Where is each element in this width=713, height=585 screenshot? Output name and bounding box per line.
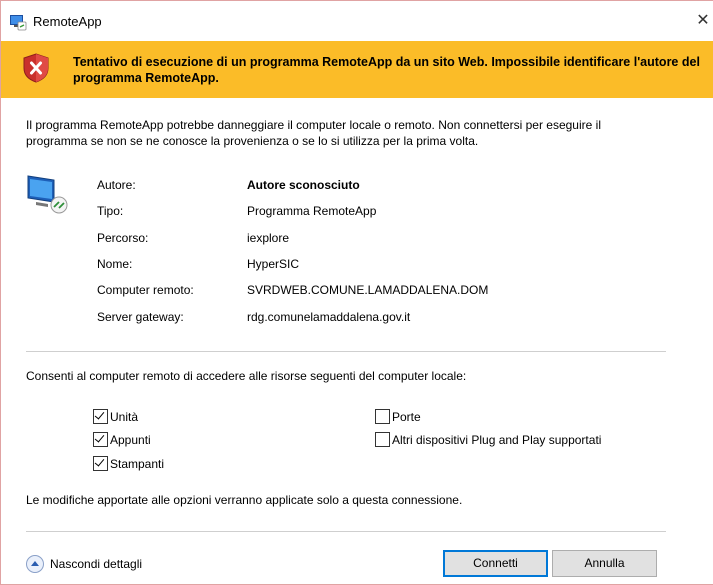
detail-value: HyperSIC (247, 257, 300, 271)
detail-label: Server gateway: (97, 310, 184, 324)
options-note: Le modifiche apportate alle opzioni verr… (26, 493, 463, 507)
checkbox-printers[interactable]: Stampanti (93, 456, 165, 473)
checkbox-label: Porte (392, 410, 421, 424)
warning-banner: Tentativo di esecuzione di un programma … (1, 41, 713, 98)
checkbox-label: Altri dispositivi Plug and Play supporta… (392, 433, 602, 447)
chevron-up-icon[interactable] (26, 555, 44, 573)
title-bar[interactable]: RemoteApp ✕ (1, 1, 713, 41)
error-shield-icon (23, 53, 49, 83)
detail-value: SVRDWEB.COMUNE.LAMADDALENA.DOM (247, 283, 489, 297)
close-icon[interactable]: ✕ (693, 11, 713, 31)
checkbox-unchecked-icon[interactable] (375, 409, 390, 425)
checkbox-ports[interactable]: Porte (375, 409, 421, 426)
checkbox-checked-icon[interactable] (93, 456, 108, 472)
remote-computer-icon (27, 175, 68, 214)
detail-label: Computer remoto: (97, 283, 194, 297)
connect-button[interactable]: Connetti (443, 550, 548, 577)
window-title: RemoteApp (33, 14, 102, 29)
warning-description: Il programma RemoteApp potrebbe danneggi… (26, 118, 601, 148)
checkbox-unchecked-icon[interactable] (375, 432, 390, 448)
remoteapp-dialog: RemoteApp ✕ Tentativo di esecuzione di u… (0, 0, 713, 585)
divider (26, 351, 666, 352)
permissions-heading: Consenti al computer remoto di accedere … (26, 369, 467, 383)
checkbox-pnp-devices[interactable]: Altri dispositivi Plug and Play supporta… (375, 432, 602, 449)
divider (26, 531, 666, 532)
hide-details-label: Nascondi dettagli (50, 557, 143, 572)
banner-message: Tentativo di esecuzione di un programma … (73, 55, 700, 85)
detail-label: Percorso: (97, 231, 149, 245)
hide-details-toggle[interactable]: Nascondi dettagli (26, 555, 143, 574)
cancel-button[interactable]: Annulla (552, 550, 657, 577)
detail-value: Programma RemoteApp (247, 204, 377, 218)
detail-label: Tipo: (97, 204, 124, 218)
detail-value: rdg.comunelamaddalena.gov.it (247, 310, 411, 324)
detail-value: Autore sconosciuto (247, 178, 360, 192)
checkbox-checked-icon[interactable] (93, 409, 108, 425)
detail-value: iexplore (247, 231, 290, 245)
remoteapp-icon (10, 15, 27, 31)
detail-label: Nome: (97, 257, 133, 271)
checkbox-drives[interactable]: Unità (93, 409, 139, 426)
detail-label: Autore: (97, 178, 136, 192)
checkbox-label: Unità (110, 410, 139, 424)
checkbox-clipboard[interactable]: Appunti (93, 432, 151, 449)
checkbox-checked-icon[interactable] (93, 432, 108, 448)
checkbox-label: Appunti (110, 433, 151, 447)
checkbox-label: Stampanti (110, 457, 165, 471)
